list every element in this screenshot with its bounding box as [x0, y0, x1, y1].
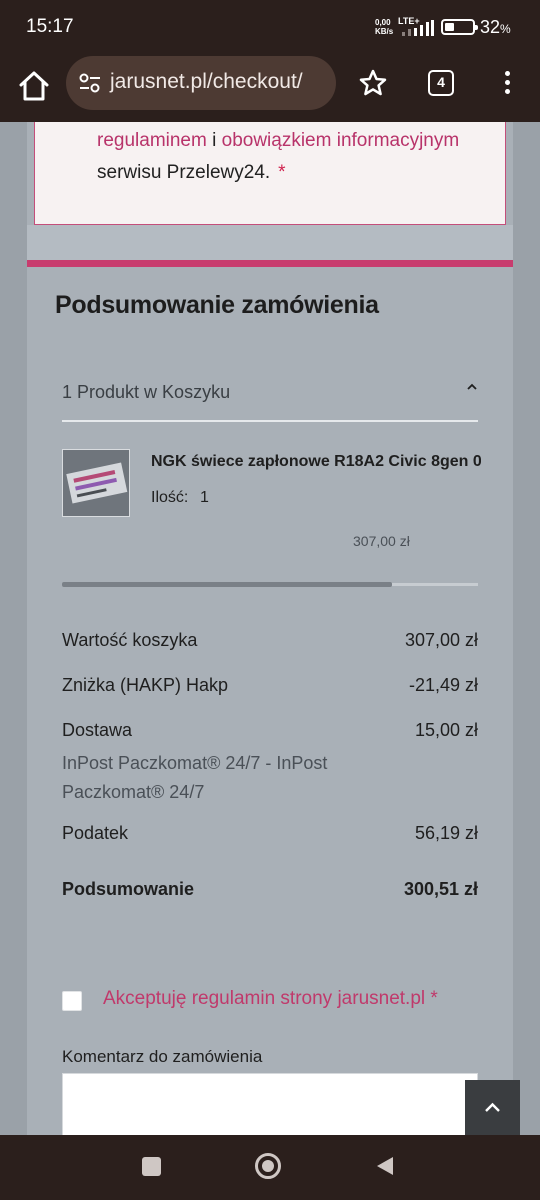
product-name: NGK świece zapłonowe R18A2 Civic 8gen 06… — [151, 453, 481, 470]
quantity-value: 1 — [200, 489, 209, 506]
tabs-icon[interactable]: 4 — [428, 70, 454, 96]
accept-terms[interactable]: Akceptuję regulamin strony jarusnet.pl * — [62, 987, 492, 1017]
more-menu-icon[interactable] — [500, 68, 514, 98]
comment-textarea[interactable] — [62, 1073, 478, 1135]
information-obligation-link[interactable]: obowiązkiem informacyjnym — [222, 130, 460, 151]
shipping-method: InPost Paczkomat® 24/7 - InPost Paczkoma… — [62, 753, 328, 802]
recent-apps-icon[interactable] — [142, 1157, 161, 1176]
home-icon[interactable] — [16, 68, 52, 104]
consent-text: regulaminem i obowiązkiem informacyjnym … — [97, 130, 460, 183]
status-bar: 15:17 0,00 KB/s LTE+ 32% — [0, 0, 540, 56]
signal-icon — [402, 20, 434, 36]
address-bar[interactable]: jarusnet.pl/checkout/ — [66, 56, 336, 110]
required-mark: * — [278, 162, 286, 183]
battery-level: 32% — [480, 17, 511, 37]
home-nav-icon[interactable] — [255, 1153, 281, 1179]
network-speed: 0,00 KB/s — [375, 18, 394, 36]
accept-terms-label[interactable]: Akceptuję regulamin strony jarusnet.pl * — [103, 988, 438, 1010]
terms-link[interactable]: regulaminem — [97, 130, 207, 151]
back-icon[interactable] — [374, 1155, 396, 1177]
site-settings-icon[interactable] — [78, 72, 102, 94]
back-to-top-button[interactable] — [465, 1080, 520, 1135]
product-price: 307,00 zł — [353, 533, 410, 549]
accept-terms-checkbox[interactable] — [62, 991, 82, 1011]
clock: 15:17 — [26, 16, 74, 37]
payment-consent-box: regulaminem i obowiązkiem informacyjnym … — [34, 122, 506, 225]
order-summary: Podsumowanie zamówienia 1 Produkt w Kosz… — [27, 260, 513, 1135]
chevron-up-icon[interactable] — [465, 380, 479, 394]
battery-icon — [441, 19, 478, 35]
summary-title: Podsumowanie zamówienia — [55, 291, 379, 319]
comment-label: Komentarz do zamówienia — [62, 1047, 263, 1066]
horizontal-scrollbar[interactable] — [62, 582, 392, 587]
product-image — [62, 449, 130, 517]
url-text[interactable]: jarusnet.pl/checkout/ — [110, 70, 303, 94]
checkout-page[interactable]: regulaminem i obowiązkiem informacyjnym … — [0, 122, 540, 1135]
quantity-label: Ilość: — [151, 489, 189, 506]
system-nav-bar — [0, 1135, 540, 1200]
bookmark-star-icon[interactable] — [358, 68, 388, 98]
cart-toggle-label[interactable]: 1 Produkt w Koszyku — [62, 382, 230, 403]
browser-toolbar: jarusnet.pl/checkout/ 4 — [0, 56, 540, 122]
chevron-up-icon — [485, 1102, 500, 1112]
